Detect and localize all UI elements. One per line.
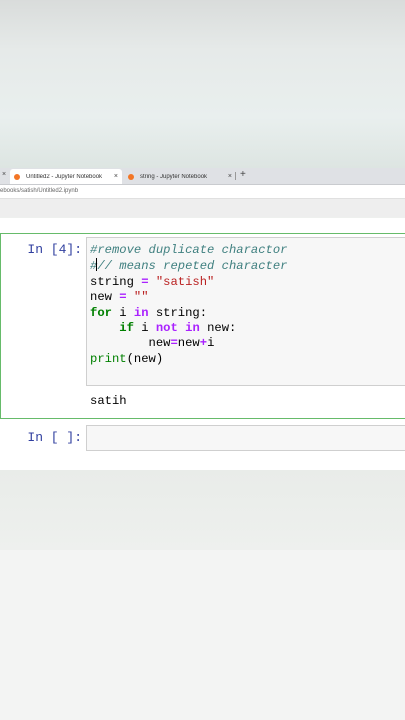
- tab-string[interactable]: string - Jupyter Notebook ×: [124, 169, 236, 184]
- tab-title: string - Jupyter Notebook: [140, 173, 208, 180]
- code-line-8: print(new): [90, 351, 164, 366]
- code-editor[interactable]: #remove duplicate charactor #// means re…: [87, 238, 405, 372]
- blurred-background-top: [0, 0, 405, 168]
- tab-close-icon[interactable]: ×: [228, 173, 232, 180]
- close-icon[interactable]: ×: [2, 171, 6, 178]
- jupyter-favicon-icon: [14, 173, 20, 180]
- notebook-header-strip: [0, 199, 405, 217]
- tab-close-icon[interactable]: ×: [114, 173, 118, 180]
- jupyter-favicon-icon: [128, 173, 134, 180]
- tab-untitled2[interactable]: Untitled2 - Jupyter Notebook ×: [10, 169, 122, 184]
- code-cell-input[interactable]: #remove duplicate charactor #// means re…: [86, 237, 405, 386]
- address-bar[interactable]: ebooks/satish/Untitled2.ipynb: [0, 185, 405, 199]
- code-line-5: for i in string:: [90, 305, 208, 320]
- code-line-6: if i not in new:: [119, 321, 237, 336]
- new-tab-button[interactable]: +: [240, 169, 246, 180]
- empty-code-cell-input[interactable]: [86, 425, 405, 451]
- tab-separator: [235, 172, 236, 180]
- blurred-background-band: [0, 550, 405, 720]
- text-cursor: [96, 258, 98, 272]
- browser-tab-bar: × Untitled2 - Jupyter Notebook × string …: [0, 168, 405, 185]
- code-line-1: #remove duplicate charactor: [90, 243, 288, 257]
- cell-output: satih: [90, 394, 127, 408]
- cell-prompt: In [ ]:: [27, 430, 82, 445]
- code-line-3: string = "satish": [90, 274, 215, 289]
- code-line-7: new=new+i: [90, 336, 215, 351]
- tab-title: Untitled2 - Jupyter Notebook: [26, 173, 103, 180]
- cell-prompt: In [4]:: [27, 242, 82, 257]
- code-line-2: #// means repeted character: [90, 258, 288, 274]
- code-line-4: new = "": [90, 290, 149, 305]
